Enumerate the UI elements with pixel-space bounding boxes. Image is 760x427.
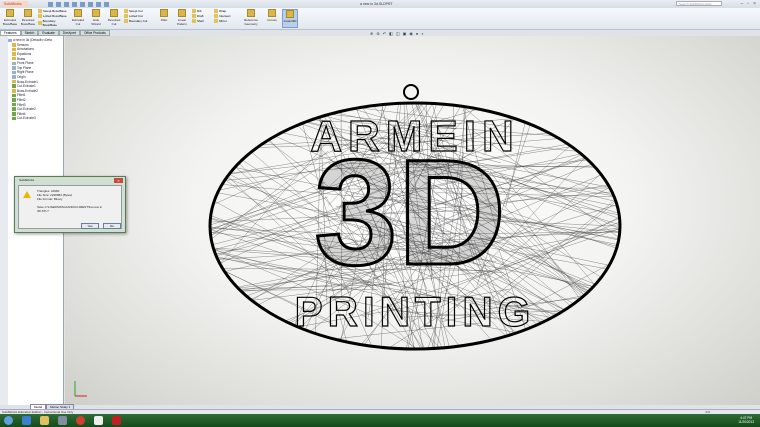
mesh-edge bbox=[210, 196, 328, 236]
task-pane-strip bbox=[0, 36, 8, 405]
feature-icon bbox=[12, 43, 16, 47]
feature-icon bbox=[12, 112, 16, 116]
reference-geometry-button[interactable]: Reference Geometry bbox=[240, 9, 262, 28]
revolved-cut-button[interactable]: Revolved Cut bbox=[106, 9, 122, 28]
save-stl-dialog: SolidWorks × Triangles: 44960 File Size: … bbox=[14, 176, 126, 233]
feature-icon bbox=[12, 47, 16, 52]
feature-icon bbox=[12, 116, 16, 121]
instant3d-button[interactable]: Instant3D bbox=[282, 9, 298, 28]
select-icon[interactable] bbox=[88, 1, 93, 7]
app-logo[interactable]: SolidWorks bbox=[2, 1, 28, 7]
boundary-cut-button[interactable]: Boundary Cut bbox=[124, 19, 154, 23]
window-title: a new in 3d.SLDPRT bbox=[360, 2, 393, 6]
undo-icon[interactable] bbox=[80, 1, 85, 7]
solidworks-taskbar-icon[interactable] bbox=[112, 416, 121, 425]
minimize-button[interactable]: – bbox=[741, 1, 744, 7]
rebuild-icon[interactable] bbox=[96, 1, 101, 7]
fillet-icon bbox=[160, 9, 168, 17]
new-icon[interactable] bbox=[48, 1, 53, 7]
chrome-icon[interactable] bbox=[76, 416, 85, 425]
feature-icon bbox=[12, 52, 16, 56]
start-button[interactable] bbox=[4, 416, 13, 425]
internet-explorer-icon[interactable] bbox=[22, 416, 31, 425]
no-button[interactable]: No bbox=[103, 223, 121, 229]
graphics-area[interactable]: ⊕ ⊕ ↶ ◧ ◫ ▣ ◉ ● ◐ ARMEIN 3D PRINTING bbox=[65, 31, 760, 405]
reference-icon bbox=[247, 9, 255, 17]
mirror-button[interactable]: Mirror bbox=[214, 19, 238, 23]
feature-icon bbox=[12, 89, 16, 93]
extrude-icon bbox=[6, 9, 14, 17]
help-search-input[interactable]: Search SolidWorks Help bbox=[676, 1, 722, 6]
swept-cut-button[interactable]: Swept Cut bbox=[124, 9, 154, 13]
warning-icon bbox=[23, 191, 31, 198]
save-icon[interactable] bbox=[64, 1, 69, 7]
wrap-button[interactable]: Wrap bbox=[214, 9, 238, 13]
hole-wizard-button[interactable]: Hole Wizard bbox=[88, 9, 104, 28]
feature-icon bbox=[12, 56, 16, 61]
intersect-button[interactable]: Intersect bbox=[214, 14, 238, 18]
lofted-boss-button[interactable]: Lofted Boss/Base bbox=[38, 14, 68, 18]
tree-root[interactable]: a new in 3d (Default<<Defa bbox=[8, 38, 52, 43]
revolved-boss-button[interactable]: Revolved Boss/Base bbox=[20, 9, 36, 28]
curves-icon bbox=[268, 9, 276, 17]
feature-icon bbox=[12, 102, 16, 107]
feature-icon bbox=[12, 66, 16, 70]
extruded-boss-button[interactable]: Extruded Boss/Base bbox=[2, 9, 18, 28]
feature-icon bbox=[12, 70, 16, 75]
yes-button[interactable]: Yes bbox=[81, 223, 99, 229]
maximize-button[interactable]: ▫ bbox=[747, 1, 749, 7]
open-icon[interactable] bbox=[56, 1, 61, 7]
dialog-close-button[interactable]: × bbox=[114, 178, 123, 183]
lofted-cut-button[interactable]: Lofted Cut bbox=[124, 14, 154, 18]
mesh-edge bbox=[211, 150, 329, 240]
draft-button[interactable]: Draft bbox=[192, 14, 212, 18]
dialog-title: SolidWorks bbox=[19, 178, 35, 182]
feature-tree: a new in 3d (Default<<Defa Sensors Annota… bbox=[8, 38, 52, 121]
stl-mesh-model: ARMEIN 3D PRINTING bbox=[74, 84, 622, 397]
options-icon[interactable] bbox=[104, 1, 109, 7]
triad-axes-icon bbox=[74, 381, 87, 397]
swept-boss-button[interactable]: Swept Boss/Base bbox=[38, 9, 68, 13]
dialog-message: Triangles: 44960 File Size: 2248084 (Byte… bbox=[37, 189, 103, 213]
model-center-text: 3D bbox=[314, 128, 506, 296]
revolve-cut-icon bbox=[110, 9, 118, 17]
title-bar: SolidWorks a new in 3d.SLDPRT Search Sol… bbox=[0, 0, 760, 8]
feature-icon bbox=[12, 61, 16, 66]
hole-icon bbox=[92, 9, 100, 17]
instant3d-icon bbox=[286, 10, 294, 18]
feature-icon bbox=[12, 107, 16, 111]
command-manager: Extruded Boss/Base Revolved Boss/Base Sw… bbox=[0, 8, 760, 30]
print-icon[interactable] bbox=[72, 1, 77, 7]
feature-icon bbox=[12, 75, 16, 79]
revolve-icon bbox=[24, 9, 32, 17]
windows-taskbar: 4:47 PM 11/20/2013 bbox=[0, 414, 760, 427]
quick-access-toolbar[interactable] bbox=[48, 1, 109, 7]
close-button[interactable]: × bbox=[753, 1, 756, 7]
model-bottom-text: PRINTING bbox=[295, 288, 536, 335]
system-clock[interactable]: 4:47 PM 11/20/2013 bbox=[738, 416, 754, 424]
extruded-cut-button[interactable]: Extruded Cut bbox=[70, 9, 86, 28]
feature-icon bbox=[12, 93, 16, 98]
fillet-button[interactable]: Fillet bbox=[156, 9, 172, 28]
cut-icon bbox=[74, 9, 82, 17]
tree-item[interactable]: Cut-Extrude3 bbox=[8, 116, 52, 121]
rib-button[interactable]: Rib bbox=[192, 9, 212, 13]
feature-icon bbox=[12, 98, 16, 102]
shell-button[interactable]: Shell bbox=[192, 19, 212, 23]
linear-pattern-button[interactable]: Linear Pattern bbox=[174, 9, 190, 28]
feature-icon bbox=[12, 79, 16, 84]
file-explorer-icon[interactable] bbox=[40, 416, 49, 425]
curves-button[interactable]: Curves bbox=[264, 9, 280, 28]
mesh-edge bbox=[500, 201, 617, 299]
media-player-icon[interactable] bbox=[58, 416, 67, 425]
boundary-boss-button[interactable]: Boundary Boss/Base bbox=[38, 19, 68, 27]
pattern-icon bbox=[178, 9, 186, 17]
notepad-icon[interactable] bbox=[94, 416, 103, 425]
feature-icon bbox=[12, 84, 16, 88]
